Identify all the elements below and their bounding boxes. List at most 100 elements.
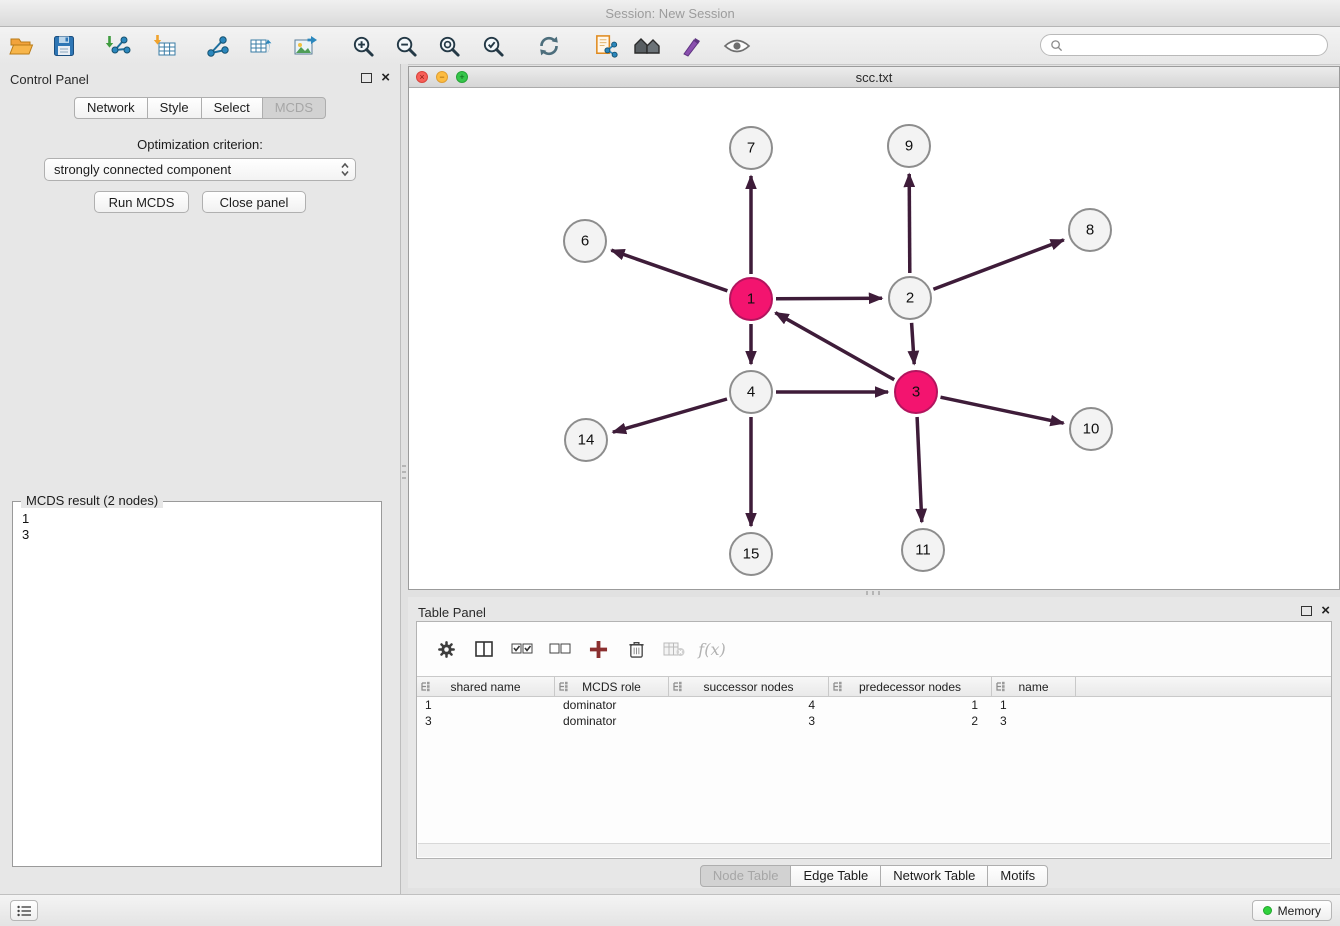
zoom-out-button[interactable] [389,31,423,61]
open-folder-icon [9,34,35,58]
application-window: Session: New Session [0,0,1340,926]
column-header-MCDS-role[interactable]: MCDS role [555,677,669,696]
table-horizontal-scrollbar[interactable] [418,843,1330,857]
graph-edge-2-8[interactable] [933,240,1063,289]
column-header-shared-name[interactable]: shared name [417,677,555,696]
graph-node-14[interactable]: 14 [565,419,607,461]
memory-button[interactable]: Memory [1252,900,1332,921]
plus-icon [589,640,608,659]
table-panel-title: Table Panel [418,605,486,620]
tab-node-table[interactable]: Node Table [700,865,792,887]
export-image-button[interactable] [288,31,322,61]
horizontal-splitter[interactable] [408,590,1340,597]
deselect-all-button[interactable] [541,633,579,665]
network-from-selection-icon [593,34,618,59]
search-icon [1050,39,1063,52]
node-table-header: shared nameMCDS rolesuccessor nodesprede… [417,676,1331,697]
network-window-titlebar[interactable]: × − + scc.txt [409,67,1339,88]
tab-style[interactable]: Style [147,97,202,119]
network-table-icon [248,34,274,58]
float-panel-icon[interactable] [361,73,372,83]
function-builder-button[interactable]: f(x) [693,633,731,665]
graph-edge-1-6[interactable] [611,250,727,291]
graph-node-7[interactable]: 7 [730,127,772,169]
tab-edge-table[interactable]: Edge Table [790,865,881,887]
maximize-window-button[interactable]: + [456,71,468,83]
import-table-button[interactable] [149,31,183,61]
search-input[interactable] [1069,37,1318,53]
minimize-window-button[interactable]: − [436,71,448,83]
first-neighbors-button[interactable] [631,31,665,61]
column-header-successor-nodes[interactable]: successor nodes [669,677,829,696]
criterion-dropdown[interactable]: strongly connected component [44,158,356,181]
delete-row-button[interactable] [617,633,655,665]
window-title: Session: New Session [605,6,734,21]
table-cell: 1 [992,698,1076,712]
table-toolbar: f(x) [417,622,1331,676]
checked-boxes-icon [511,641,533,657]
close-panel-button[interactable]: Close panel [202,191,306,213]
graph-edge-3-11[interactable] [917,417,922,522]
zoom-selected-button[interactable] [476,31,510,61]
graph-node-3[interactable]: 3 [895,371,937,413]
graph-node-10[interactable]: 10 [1070,408,1112,450]
tab-select[interactable]: Select [201,97,263,119]
split-panel-button[interactable] [465,633,503,665]
graph-node-label: 2 [906,290,914,307]
show-hide-details-button[interactable] [720,31,754,61]
zoom-in-button[interactable] [346,31,380,61]
close-panel-icon[interactable]: × [1321,605,1330,617]
save-session-button[interactable] [47,31,81,61]
apply-layout-button[interactable] [532,31,566,61]
graph-node-9[interactable]: 9 [888,125,930,167]
tab-network-table[interactable]: Network Table [880,865,988,887]
new-network-button[interactable] [201,31,235,61]
graph-node-label: 1 [747,291,755,308]
network-from-selection-button[interactable] [588,31,622,61]
graph-edge-2-3[interactable] [912,323,915,364]
delete-table-icon [663,641,685,657]
memory-label: Memory [1278,904,1321,918]
graph-node-label: 15 [743,546,760,563]
float-panel-icon[interactable] [1301,606,1312,616]
add-row-button[interactable] [579,633,617,665]
column-header-name[interactable]: name [992,677,1076,696]
tab-network[interactable]: Network [74,97,148,119]
graph-edge-3-1[interactable] [775,313,894,380]
graph-edge-1-2[interactable] [776,298,882,299]
task-history-button[interactable] [10,900,38,921]
table-panel-tabs: Node TableEdge TableNetwork TableMotifs [408,865,1340,887]
close-panel-icon[interactable]: × [381,72,390,84]
tab-motifs[interactable]: Motifs [987,865,1048,887]
table-row[interactable]: 3dominator323 [417,713,1331,729]
vertical-splitter[interactable] [401,64,408,894]
tab-mcds[interactable]: MCDS [262,97,326,119]
control-panel: Control Panel × NetworkStyleSelectMCDS O… [0,64,401,894]
graph-node-8[interactable]: 8 [1069,209,1111,251]
import-network-button[interactable] [101,31,135,61]
run-mcds-button[interactable]: Run MCDS [94,191,189,213]
delete-table-button[interactable] [655,633,693,665]
titlebar: Session: New Session [0,0,1340,27]
graph-node-6[interactable]: 6 [564,220,606,262]
graph-node-11[interactable]: 11 [902,529,944,571]
select-all-button[interactable] [503,633,541,665]
table-cell: 1 [829,698,992,712]
table-row[interactable]: 1dominator411 [417,697,1331,713]
column-header-predecessor-nodes[interactable]: predecessor nodes [829,677,992,696]
graph-node-1[interactable]: 1 [730,278,772,320]
graph-edge-4-14[interactable] [613,399,727,432]
attribute-settings-button[interactable] [427,633,465,665]
graph-node-4[interactable]: 4 [730,371,772,413]
graph-node-label: 3 [912,384,920,401]
graph-edge-2-9[interactable] [909,174,910,273]
close-window-button[interactable]: × [416,71,428,83]
open-session-button[interactable] [5,31,39,61]
style-paint-button[interactable] [675,31,709,61]
zoom-selected-icon [481,34,506,59]
graph-node-2[interactable]: 2 [889,277,931,319]
network-table-button[interactable] [244,31,278,61]
graph-edge-3-10[interactable] [941,397,1064,423]
zoom-fit-button[interactable] [432,31,466,61]
graph-node-15[interactable]: 15 [730,533,772,575]
